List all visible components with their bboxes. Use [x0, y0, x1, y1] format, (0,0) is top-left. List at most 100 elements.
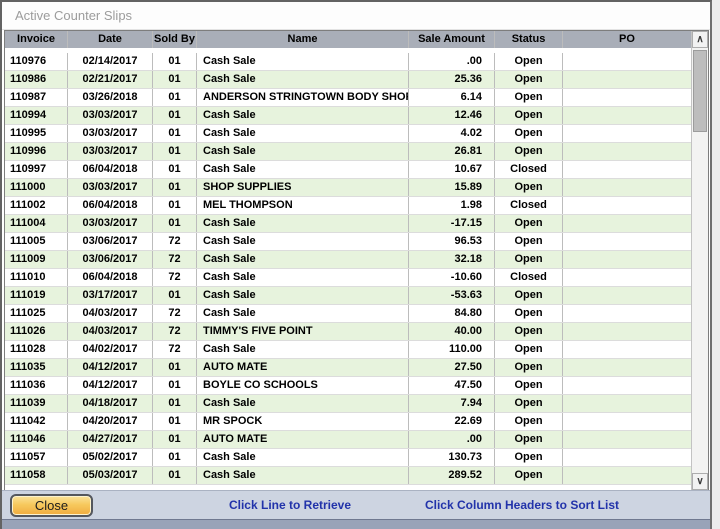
table-row[interactable]: 11098703/26/201801ANDERSON STRINGTOWN BO…: [5, 89, 691, 107]
cell-amount: 22.69: [409, 413, 495, 430]
cell-sold: 01: [153, 431, 197, 448]
cell-sold: 01: [153, 377, 197, 394]
scroll-down-icon[interactable]: ∨: [692, 473, 708, 490]
table-row[interactable]: 11100903/06/201772Cash Sale32.18Open: [5, 251, 691, 269]
column-header-sale-amount[interactable]: Sale Amount: [409, 31, 495, 48]
cell-po: [563, 53, 691, 70]
table-row[interactable]: 11100003/03/201701SHOP SUPPLIES15.89Open: [5, 179, 691, 197]
cell-invoice: 111058: [5, 467, 68, 484]
table-row[interactable]: 11099603/03/201701Cash Sale26.81Open: [5, 143, 691, 161]
cell-sold: 01: [153, 287, 197, 304]
table-row[interactable]: 11102804/02/201772Cash Sale110.00Open: [5, 341, 691, 359]
table-row[interactable]: 11100403/03/201701Cash Sale-17.15Open: [5, 215, 691, 233]
table-row[interactable]: 11103604/12/201701BOYLE CO SCHOOLS47.50O…: [5, 377, 691, 395]
cell-status: Open: [495, 467, 563, 484]
column-header-status[interactable]: Status: [495, 31, 563, 48]
table-row[interactable]: 11101006/04/201872Cash Sale-10.60Closed: [5, 269, 691, 287]
cell-amount: -17.15: [409, 215, 495, 232]
table-row[interactable]: 11104604/27/201701AUTO MATE.00Open: [5, 431, 691, 449]
cell-name: Cash Sale: [197, 107, 409, 124]
cell-po: [563, 71, 691, 88]
table-row[interactable]: 11102604/03/201772TIMMY'S FIVE POINT40.0…: [5, 323, 691, 341]
cell-status: Open: [495, 53, 563, 70]
cell-date: 04/12/2017: [68, 377, 153, 394]
cell-po: [563, 179, 691, 196]
table-row[interactable]: 11097602/14/201701Cash Sale.00Open: [5, 53, 691, 71]
cell-date: 03/03/2017: [68, 215, 153, 232]
cell-po: [563, 467, 691, 484]
column-header-sold-by[interactable]: Sold By: [153, 31, 197, 48]
cell-amount: 289.52: [409, 467, 495, 484]
cell-name: BOYLE CO SCHOOLS: [197, 377, 409, 394]
column-header-po[interactable]: PO: [563, 31, 691, 48]
cell-sold: 01: [153, 359, 197, 376]
cell-status: Open: [495, 395, 563, 412]
scrollbar-thumb[interactable]: [693, 50, 707, 132]
hint-click-line-to-retrieve: Click Line to Retrieve: [180, 498, 400, 512]
cell-name: AUTO MATE: [197, 359, 409, 376]
table-row[interactable]: 11104204/20/201701MR SPOCK22.69Open: [5, 413, 691, 431]
cell-name: Cash Sale: [197, 269, 409, 286]
scroll-up-icon[interactable]: ∧: [692, 31, 708, 48]
cell-date: 04/18/2017: [68, 395, 153, 412]
table-row[interactable]: 11100503/06/201772Cash Sale96.53Open: [5, 233, 691, 251]
cell-name: TIMMY'S FIVE POINT: [197, 323, 409, 340]
cell-date: 04/02/2017: [68, 341, 153, 358]
cell-amount: 15.89: [409, 179, 495, 196]
table-row[interactable]: 11105705/02/201701Cash Sale130.73Open: [5, 449, 691, 467]
cell-po: [563, 143, 691, 160]
column-header-date[interactable]: Date: [68, 31, 153, 48]
cell-date: 06/04/2018: [68, 161, 153, 178]
cell-name: SHOP SUPPLIES: [197, 179, 409, 196]
table-row[interactable]: 11098602/21/201701Cash Sale25.36Open: [5, 71, 691, 89]
table-row[interactable]: 11099706/04/201801Cash Sale10.67Closed: [5, 161, 691, 179]
vertical-scrollbar[interactable]: ∧ ∨: [691, 31, 708, 490]
table-row[interactable]: 11103904/18/201701Cash Sale7.94Open: [5, 395, 691, 413]
cell-name: ANDERSON STRINGTOWN BODY SHOP: [197, 89, 409, 106]
cell-sold: 01: [153, 89, 197, 106]
column-header-invoice[interactable]: Invoice: [5, 31, 68, 48]
cell-status: Closed: [495, 197, 563, 214]
cell-date: 05/03/2017: [68, 467, 153, 484]
cell-name: Cash Sale: [197, 215, 409, 232]
cell-date: 04/03/2017: [68, 323, 153, 340]
cell-po: [563, 377, 691, 394]
cell-amount: -10.60: [409, 269, 495, 286]
table-row[interactable]: 11101903/17/201701Cash Sale-53.63Open: [5, 287, 691, 305]
cell-sold: 72: [153, 269, 197, 286]
cell-date: 05/02/2017: [68, 449, 153, 466]
table-row[interactable]: 11105805/03/201701Cash Sale289.52Open: [5, 467, 691, 485]
cell-sold: 01: [153, 161, 197, 178]
cell-date: 06/04/2018: [68, 197, 153, 214]
cell-name: Cash Sale: [197, 305, 409, 322]
cell-date: 04/27/2017: [68, 431, 153, 448]
cell-sold: 72: [153, 305, 197, 322]
column-header-name[interactable]: Name: [197, 31, 409, 48]
cell-invoice: 111039: [5, 395, 68, 412]
table-row[interactable]: 11100206/04/201801MEL THOMPSON1.98Closed: [5, 197, 691, 215]
cell-invoice: 111002: [5, 197, 68, 214]
table-row[interactable]: 11099503/03/201701Cash Sale4.02Open: [5, 125, 691, 143]
cell-po: [563, 413, 691, 430]
cell-status: Open: [495, 431, 563, 448]
cell-name: Cash Sale: [197, 143, 409, 160]
cell-status: Closed: [495, 161, 563, 178]
cell-date: 03/03/2017: [68, 143, 153, 160]
window-title: Active Counter Slips: [2, 2, 710, 29]
cell-sold: 01: [153, 143, 197, 160]
cell-date: 03/03/2017: [68, 107, 153, 124]
cell-name: Cash Sale: [197, 395, 409, 412]
cell-invoice: 110996: [5, 143, 68, 160]
cell-invoice: 110976: [5, 53, 68, 70]
cell-po: [563, 251, 691, 268]
cell-invoice: 111028: [5, 341, 68, 358]
close-button[interactable]: Close: [10, 494, 93, 517]
cell-status: Open: [495, 449, 563, 466]
table-row[interactable]: 11103504/12/201701AUTO MATE27.50Open: [5, 359, 691, 377]
cell-invoice: 111026: [5, 323, 68, 340]
cell-sold: 01: [153, 107, 197, 124]
table-row[interactable]: 11099403/03/201701Cash Sale12.46Open: [5, 107, 691, 125]
table-row[interactable]: 11102504/03/201772Cash Sale84.80Open: [5, 305, 691, 323]
cell-invoice: 111025: [5, 305, 68, 322]
cell-po: [563, 161, 691, 178]
